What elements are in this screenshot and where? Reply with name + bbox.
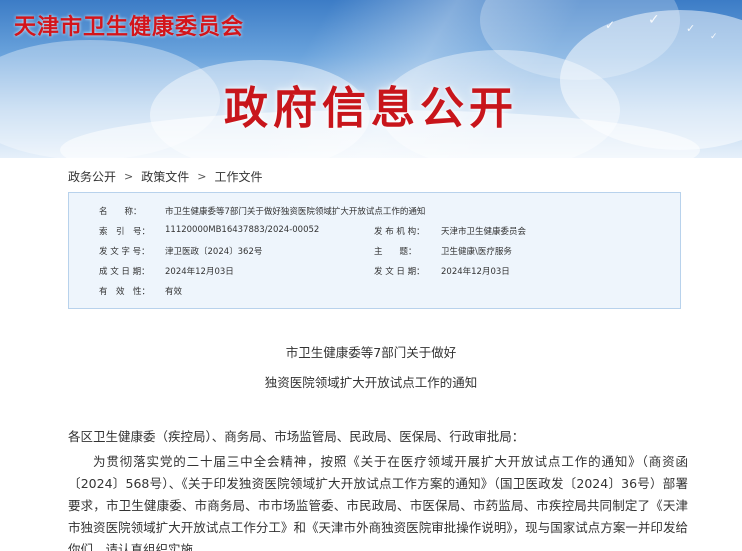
info-row-name: 名 称： 市卫生健康委等7部门关于做好独资医院领域扩大开放试点工作的通知 (69, 205, 680, 221)
info-value-date: 2024年12月03日 (165, 267, 234, 277)
banner-title: 政府信息公开 (224, 84, 518, 133)
info-label: 有 效 性： (99, 287, 151, 297)
info-value-validity: 有效 (165, 287, 183, 297)
info-row-index: 索 引 号： 11120000MB16437883/2024-00052 发 布… (69, 225, 680, 241)
info-value-docno: 津卫医政〔2024〕362号 (165, 247, 263, 257)
breadcrumb-separator: > (197, 170, 207, 183)
info-label: 发 文 日 期： (374, 267, 425, 277)
bird-icon: ✓ (710, 32, 718, 42)
header-banner: ✓ ✓ ✓ ✓ 天津市卫生健康委员会 政府信息公开 (0, 0, 742, 158)
breadcrumb-item-gov-affairs[interactable]: 政务公开 (68, 168, 116, 185)
document-info-box: 名 称： 市卫生健康委等7部门关于做好独资医院领域扩大开放试点工作的通知 索 引… (68, 192, 681, 309)
breadcrumb-separator: > (124, 170, 134, 183)
info-row-dates: 成 文 日 期： 2024年12月03日 发 文 日 期： 2024年12月03… (69, 265, 680, 281)
document-title-line2: 独资医院领域扩大开放试点工作的通知 (264, 375, 478, 390)
info-value-pubdate: 2024年12月03日 (441, 267, 510, 277)
breadcrumb: 政务公开 > 政策文件 > 工作文件 (68, 168, 262, 185)
info-value-index: 11120000MB16437883/2024-00052 (165, 225, 320, 235)
breadcrumb-item-work-files[interactable]: 工作文件 (214, 168, 262, 185)
org-logo-text[interactable]: 天津市卫生健康委员会 (14, 9, 244, 41)
info-label: 成 文 日 期： (99, 267, 150, 277)
info-value-subject: 卫生健康\医疗服务 (441, 247, 512, 257)
info-label: 主 题： (374, 247, 417, 257)
info-value-issuer: 天津市卫生健康委员会 (441, 227, 527, 237)
bird-icon: ✓ (605, 18, 616, 32)
info-row-validity: 有 效 性： 有效 (69, 285, 680, 301)
info-label: 发 布 机 构： (374, 227, 425, 237)
info-label: 索 引 号： (99, 227, 151, 237)
bird-icon: ✓ (648, 12, 660, 28)
bird-icon: ✓ (686, 22, 696, 35)
info-value-name: 市卫生健康委等7部门关于做好独资医院领域扩大开放试点工作的通知 (165, 207, 426, 217)
breadcrumb-item-policy-files[interactable]: 政策文件 (141, 168, 189, 185)
info-label: 发 文 字 号： (99, 247, 150, 257)
info-row-docno: 发 文 字 号： 津卫医政〔2024〕362号 主 题： 卫生健康\医疗服务 (69, 245, 680, 261)
document-title-line1: 市卫生健康委等7部门关于做好 (285, 345, 457, 360)
document-salutation: 各区卫生健康委（疾控局）、商务局、市场监管局、民政局、医保局、行政审批局： (68, 429, 525, 444)
document-paragraph: 为贯彻落实党的二十届三中全会精神，按照《关于在医疗领域开展扩大开放试点工作的通知… (68, 454, 688, 551)
info-label: 名 称： (99, 207, 142, 217)
